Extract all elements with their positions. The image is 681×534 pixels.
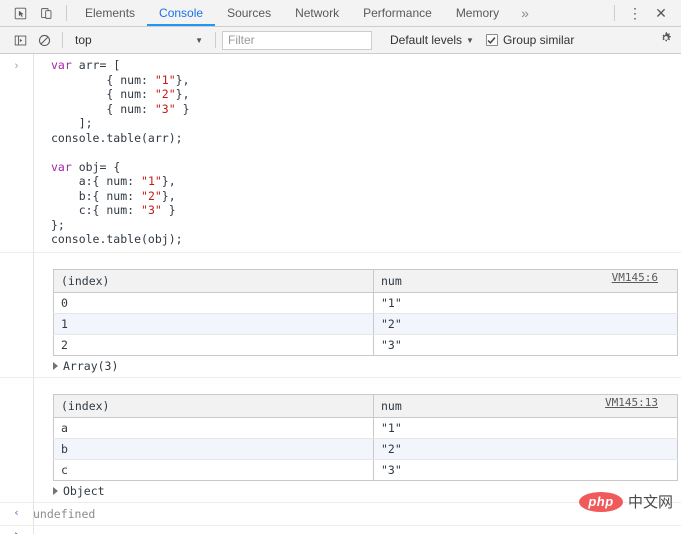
table-header-row: (index) num	[54, 269, 678, 292]
tabbar-divider	[66, 5, 67, 21]
log-levels-label: Default levels	[390, 33, 462, 47]
object-expander-object[interactable]: Object	[53, 484, 681, 498]
tab-overflow-icon[interactable]: »	[511, 0, 539, 26]
console-input-code: var arr= [ { num: "1"}, { num: "2"}, { n…	[33, 54, 681, 252]
tab-sources[interactable]: Sources	[215, 0, 283, 26]
log-levels-select[interactable]: Default levels ▼	[390, 33, 474, 47]
chevron-down-icon: ▼	[195, 36, 203, 45]
cell-num: "2"	[374, 313, 678, 334]
tabbar-left-icons	[0, 0, 73, 26]
console-body[interactable]: › var arr= [ { num: "1"}, { num: "2"}, {…	[0, 54, 681, 534]
cell-index: a	[54, 417, 374, 438]
close-icon[interactable]: ✕	[649, 2, 673, 24]
filterbar-divider-2	[215, 32, 216, 48]
console-table: (index) num 0 "1" 1 "2" 2 "3"	[53, 269, 678, 356]
more-options-icon[interactable]: ⋮	[623, 2, 647, 24]
close-glyph: ✕	[655, 6, 667, 20]
cell-num: "3"	[374, 459, 678, 480]
table-row[interactable]: c "3"	[54, 459, 678, 480]
column-header-index[interactable]: (index)	[54, 394, 374, 417]
console-prompt[interactable]: ›	[0, 526, 681, 534]
device-toolbar-icon[interactable]	[34, 2, 58, 24]
expander-label: Array(3)	[63, 359, 118, 373]
cell-index: 0	[54, 292, 374, 313]
clear-console-icon[interactable]	[32, 29, 56, 51]
tab-elements[interactable]: Elements	[73, 0, 147, 26]
devtools-tabbar: Elements Console Sources Network Perform…	[0, 0, 681, 27]
column-header-index[interactable]: (index)	[54, 269, 374, 292]
tabbar-right-icons: ⋮ ✕	[608, 0, 681, 26]
tab-list: Elements Console Sources Network Perform…	[73, 0, 539, 26]
source-link[interactable]: VM145:6	[612, 271, 658, 284]
table-row[interactable]: b "2"	[54, 438, 678, 459]
console-table: (index) num a "1" b "2" c "3"	[53, 394, 678, 481]
table-row[interactable]: 1 "2"	[54, 313, 678, 334]
tabbar-right-divider	[614, 5, 615, 21]
cell-num: "2"	[374, 438, 678, 459]
console-result-message: ‹ undefined	[0, 503, 681, 526]
settings-gear-icon[interactable]	[659, 31, 673, 50]
cell-index: b	[54, 438, 374, 459]
tab-memory[interactable]: Memory	[444, 0, 511, 26]
cell-index: 1	[54, 313, 374, 334]
console-input-message[interactable]: › var arr= [ { num: "1"}, { num: "2"}, {…	[0, 54, 681, 253]
cell-num: "1"	[374, 417, 678, 438]
tab-console[interactable]: Console	[147, 0, 215, 26]
cell-index: 2	[54, 334, 374, 355]
triangle-right-icon	[53, 487, 58, 495]
group-similar-label: Group similar	[503, 33, 574, 47]
prompt-arrow-icon: ›	[0, 528, 33, 534]
group-similar-checkbox[interactable]	[486, 34, 498, 46]
kebab-glyph: ⋮	[628, 6, 642, 20]
settings-button[interactable]	[659, 31, 681, 50]
tab-performance[interactable]: Performance	[351, 0, 444, 26]
table-row[interactable]: 2 "3"	[54, 334, 678, 355]
result-arrow-icon: ‹	[0, 506, 33, 519]
table-row[interactable]: 0 "1"	[54, 292, 678, 313]
object-expander-array[interactable]: Array(3)	[53, 359, 681, 373]
console-filter-toolbar: top ▼ Default levels ▼ Group similar	[0, 27, 681, 54]
table-row[interactable]: a "1"	[54, 417, 678, 438]
cell-index: c	[54, 459, 374, 480]
group-similar-toggle[interactable]: Group similar	[486, 33, 574, 47]
result-value: undefined	[33, 507, 95, 521]
triangle-right-icon	[53, 362, 58, 370]
table-header-row: (index) num	[54, 394, 678, 417]
console-table-group-array: VM145:6 (index) num 0 "1" 1 "2	[0, 269, 681, 378]
inspect-element-icon[interactable]	[8, 2, 32, 24]
input-arrow-icon: ›	[0, 54, 33, 74]
cell-num: "3"	[374, 334, 678, 355]
devtools-window: Elements Console Sources Network Perform…	[0, 0, 681, 534]
console-table-group-object: VM145:13 (index) num a "1" b "	[0, 394, 681, 503]
source-link[interactable]: VM145:13	[605, 396, 658, 409]
cell-num: "1"	[374, 292, 678, 313]
filter-input[interactable]	[222, 31, 372, 50]
chevron-down-icon: ▼	[466, 36, 474, 45]
execution-context-select[interactable]: top ▼	[69, 31, 209, 50]
console-sidebar-toggle-icon[interactable]	[8, 29, 32, 51]
filterbar-divider-1	[62, 32, 63, 48]
execution-context-value: top	[75, 33, 92, 47]
tab-network[interactable]: Network	[283, 0, 351, 26]
expander-label: Object	[63, 484, 105, 498]
